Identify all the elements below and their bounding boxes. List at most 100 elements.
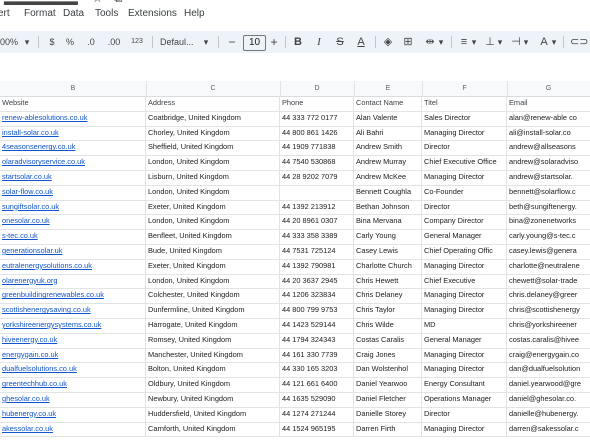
title-cell[interactable]: Managing Director (422, 170, 507, 185)
title-cell[interactable]: Managing Director (422, 125, 507, 141)
contact-name-cell[interactable]: Daniel Yearwoo (354, 377, 422, 392)
contact-name-cell[interactable]: Daniel Fletcher (354, 392, 422, 407)
title-cell[interactable]: MD (422, 318, 507, 333)
title-cell[interactable]: Sales Director (422, 110, 507, 126)
phone-cell[interactable]: 44 20 8961 0307 (280, 214, 354, 230)
chevron-down-icon[interactable]: ▾ (550, 35, 558, 49)
title-cell[interactable]: Director (422, 199, 507, 215)
phone-cell[interactable]: 44 161 330 7739 (280, 347, 354, 363)
website-cell[interactable]: hiveenergy.co.uk (0, 332, 146, 348)
phone-cell[interactable]: 44 1392 213912 (280, 199, 354, 215)
email-cell[interactable]: craig@energygain.co (507, 348, 590, 363)
email-cell[interactable]: chris@yorkshireener (507, 318, 590, 333)
contact-name-cell[interactable]: Carly Young (354, 229, 422, 244)
email-cell[interactable]: bina@zonenetworks (507, 214, 590, 229)
title-cell[interactable]: Managing Director (422, 303, 507, 318)
email-cell[interactable]: beth@sungiftenergy. (507, 200, 590, 215)
title-cell[interactable]: Operations Manager (422, 392, 507, 407)
title-cell[interactable]: Director (422, 140, 507, 156)
phone-cell[interactable]: 44 28 9202 7079 (280, 170, 354, 185)
column-header-d[interactable]: D (280, 81, 355, 96)
website-cell[interactable]: akessolar.co.uk (0, 421, 146, 437)
email-cell[interactable]: andrew@startsolar. (507, 170, 590, 185)
title-cell[interactable]: Co-Founder (422, 184, 507, 200)
phone-cell[interactable]: 44 1423 529144 (280, 318, 354, 333)
decrease-font-size-button[interactable]: − (226, 35, 238, 49)
contact-name-cell[interactable]: Bina Mervana (354, 214, 422, 230)
title-cell[interactable]: Managing Director (422, 258, 507, 274)
title-cell[interactable]: Chief Executive (422, 273, 507, 289)
font-size-input[interactable]: 10 (243, 35, 266, 51)
email-cell[interactable]: danielle@hubenergy. (507, 407, 590, 422)
menu-tools[interactable]: Tools (95, 8, 118, 19)
email-cell[interactable]: chris@scottishenergy (507, 303, 590, 318)
title-cell[interactable]: Director (422, 406, 507, 422)
chevron-down-icon[interactable]: ▾ (522, 35, 530, 49)
website-cell[interactable]: scottishenergysaving.co.uk (0, 303, 146, 318)
address-cell[interactable]: Carnforth, United Kingdom (146, 421, 280, 437)
address-cell[interactable]: Colchester, United Kingdom (146, 288, 280, 304)
website-cell[interactable]: olaradvisoryservice.co.uk (0, 155, 146, 170)
contact-name-cell[interactable]: Chris Delaney (354, 288, 422, 304)
title-cell[interactable]: Managing Director (422, 347, 507, 363)
percent-format-button[interactable]: % (64, 35, 76, 49)
address-cell[interactable]: London, United Kingdom (146, 155, 280, 170)
bold-button[interactable]: B (292, 35, 304, 49)
column-header-f[interactable]: F (422, 81, 508, 96)
email-cell[interactable]: costas.caralis@hivee (507, 333, 590, 348)
address-cell[interactable]: Coatbridge, United Kingdom (146, 110, 280, 126)
email-cell[interactable]: casey.lewis@genera (507, 244, 590, 259)
title-cell[interactable]: General Manager (422, 332, 507, 348)
contact-name-cell[interactable]: Dan Wolstenhol (354, 362, 422, 378)
header-cell-website[interactable]: Website (0, 96, 146, 111)
phone-cell[interactable]: 44 1206 323834 (280, 288, 354, 304)
address-cell[interactable]: Huddersfield, United Kingdom (146, 406, 280, 422)
chevron-down-icon[interactable]: ▾ (496, 35, 504, 49)
increase-decimal-button[interactable]: .00 (106, 35, 122, 49)
phone-cell[interactable]: 44 7531 725124 (280, 244, 354, 259)
website-cell[interactable]: yorkshireenergysystems.co.uk (0, 318, 146, 333)
borders-icon[interactable]: ⊞ (402, 35, 414, 49)
contact-name-cell[interactable]: Craig Jones (354, 347, 422, 363)
header-cell-title[interactable]: Titel (422, 96, 507, 111)
header-cell-email[interactable]: Email (507, 96, 590, 111)
contact-name-cell[interactable]: Chris Hewett (354, 273, 422, 289)
email-cell[interactable]: alan@renew-able co (507, 111, 590, 126)
address-cell[interactable]: Benfleet, United Kingdom (146, 229, 280, 244)
phone-cell[interactable]: 44 800 799 9753 (280, 303, 354, 318)
contact-name-cell[interactable]: Bethan Johnson (354, 199, 422, 215)
address-cell[interactable]: London, United Kingdom (146, 184, 280, 200)
email-cell[interactable]: andrew@solaradviso (507, 155, 590, 170)
fill-color-icon[interactable]: ◈ (382, 35, 394, 49)
zoom-select[interactable]: 00% (0, 35, 20, 49)
website-cell[interactable]: s-tec.co.uk (0, 229, 146, 244)
link-icon[interactable]: ⊂⊃ (570, 35, 588, 49)
email-cell[interactable]: chewett@solar-trade (507, 274, 590, 289)
decrease-decimal-button[interactable]: .0 (84, 35, 98, 49)
phone-cell[interactable]: 44 20 3637 2945 (280, 273, 354, 289)
title-cell[interactable]: Company Director (422, 214, 507, 230)
header-cell-address[interactable]: Address (146, 96, 280, 111)
column-header-e[interactable]: E (354, 81, 423, 96)
email-cell[interactable]: chris.delaney@greer (507, 288, 590, 303)
title-cell[interactable]: Managing Director (422, 288, 507, 304)
chevron-down-icon[interactable]: ▾ (470, 35, 478, 49)
website-cell[interactable]: 4seasonsenergy.co.uk (0, 140, 146, 156)
email-cell[interactable]: ali@install-solar.co (507, 126, 590, 141)
menu-insert[interactable]: ert (0, 8, 10, 19)
phone-cell[interactable]: 44 333 358 3389 (280, 229, 354, 244)
email-cell[interactable]: carly.young@s-tec.c (507, 229, 590, 244)
address-cell[interactable]: Oldbury, United Kingdom (146, 377, 280, 392)
contact-name-cell[interactable]: Andrew McKee (354, 170, 422, 185)
contact-name-cell[interactable]: Darren Firth (354, 421, 422, 437)
title-cell[interactable]: General Manager (422, 229, 507, 244)
contact-name-cell[interactable]: Andrew Murray (354, 155, 422, 170)
website-cell[interactable]: solar-flow.co.uk (0, 184, 146, 200)
menu-format[interactable]: Format (24, 8, 56, 19)
header-cell-contact-name[interactable]: Contact Name (354, 96, 422, 111)
email-cell[interactable]: andrew@allseasons (507, 140, 590, 155)
phone-cell[interactable]: 44 121 661 6400 (280, 377, 354, 392)
title-cell[interactable]: Managing Director (422, 362, 507, 378)
website-cell[interactable]: onesolar.co.uk (0, 214, 146, 230)
address-cell[interactable]: Bolton, United Kingdom (146, 362, 280, 378)
